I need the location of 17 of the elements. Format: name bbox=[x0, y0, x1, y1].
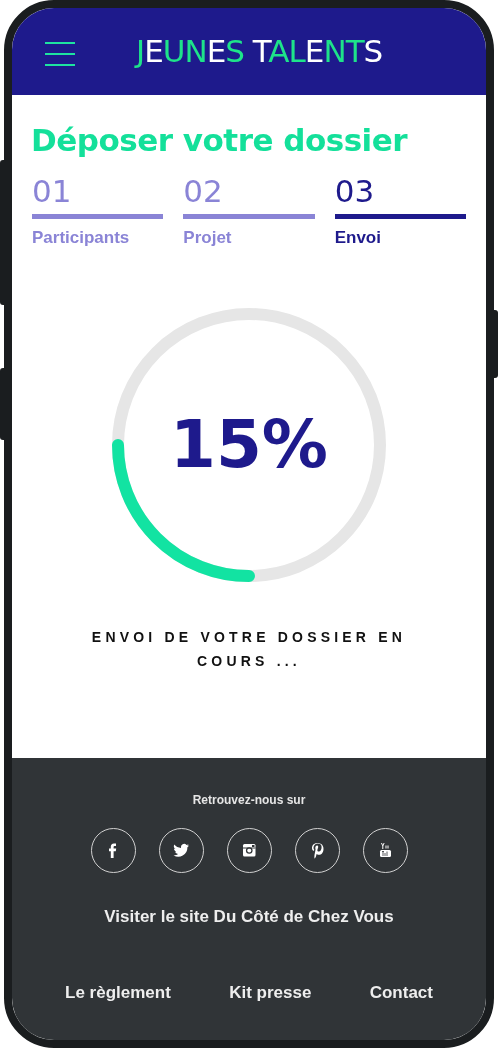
step-label: Envoi bbox=[334, 226, 382, 249]
step-label: Participants bbox=[32, 226, 131, 249]
site-link[interactable]: Visiter le site Du Côté de Chez Vous bbox=[104, 904, 394, 930]
step-number: 01 bbox=[32, 171, 73, 210]
progress-percentage: 15% bbox=[170, 412, 328, 479]
step-tab[interactable]: 03 Envoi bbox=[334, 171, 466, 251]
logo[interactable]: JEUNES TALENTS bbox=[136, 36, 383, 67]
step-number: 03 bbox=[334, 171, 376, 210]
status-message: ENVOI DE VOTRE DOSSIER EN COURS ... bbox=[90, 628, 408, 672]
page-title: Déposer votre dossier bbox=[31, 121, 409, 160]
social-heading: Retrouvez-nous sur bbox=[192, 792, 306, 809]
menu-icon[interactable] bbox=[45, 42, 75, 66]
step-number: 02 bbox=[183, 171, 224, 210]
footer-link[interactable]: Kit presse bbox=[229, 979, 312, 1005]
step-label: Projet bbox=[183, 226, 233, 249]
footer-link[interactable]: Le règlement bbox=[65, 979, 171, 1005]
footer-link[interactable]: Contact bbox=[369, 979, 433, 1005]
